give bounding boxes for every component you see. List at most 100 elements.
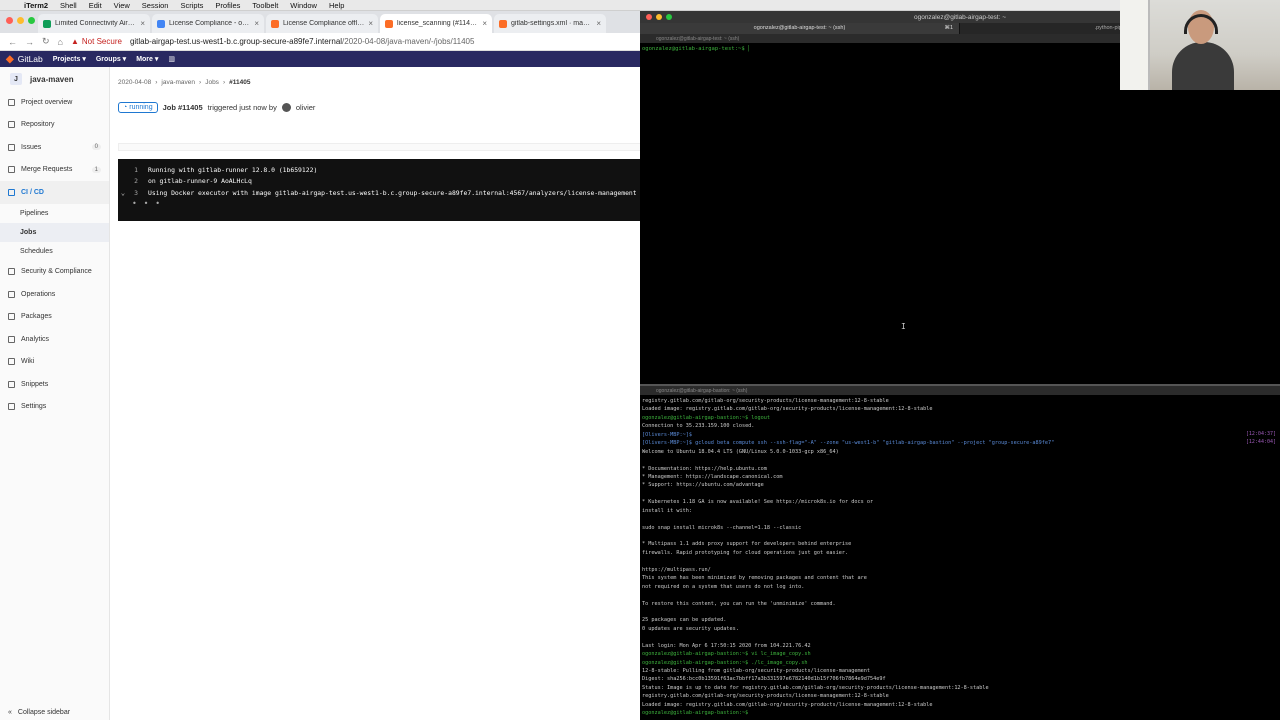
maximize-window-button[interactable] xyxy=(666,14,672,20)
breadcrumb-item-current[interactable]: #11405 xyxy=(229,79,250,86)
terminal-line: Connection to 35.233.159.100 closed. xyxy=(642,423,755,430)
nav-projects[interactable]: Projects ▾ xyxy=(53,55,86,63)
url-field[interactable]: gitlab-airgap-test.us-west1-b.c.group-se… xyxy=(130,37,475,46)
sidebar-item-label: Wiki xyxy=(21,358,35,366)
sidebar-project[interactable]: J java-maven xyxy=(0,67,109,91)
close-tab-icon[interactable]: × xyxy=(482,19,487,28)
browser-tab-active[interactable]: license_scanning (#11405) × xyxy=(380,14,492,33)
close-tab-icon[interactable]: × xyxy=(254,19,259,28)
terminal-timestamp: [12:04:37] xyxy=(1245,430,1276,437)
collapse-sidebar-button[interactable]: « Collapse sidebar xyxy=(8,709,70,716)
log-line-text: on gitlab-runner-9 AoALHcLq xyxy=(148,177,252,186)
nav-groups[interactable]: Groups ▾ xyxy=(96,55,126,63)
browser-tab[interactable]: gitlab-settings.xml · master × xyxy=(494,14,606,33)
gitlab-brand[interactable]: GitLab xyxy=(18,54,43,64)
log-line-number: 2 xyxy=(134,177,138,186)
sidebar-item-operations[interactable]: Operations xyxy=(0,283,109,306)
menu-edit[interactable]: Edit xyxy=(83,1,108,10)
terminal-line: ogonzalez@gitlab-airgap-bastion:~$ ./lc_… xyxy=(642,659,808,666)
close-window-button[interactable] xyxy=(646,14,652,20)
sidebar-item-project-overview[interactable]: Project overview xyxy=(0,91,109,114)
minimize-window-button[interactable] xyxy=(656,14,662,20)
sidebar-subitem-jobs[interactable]: Jobs xyxy=(0,222,109,242)
terminal-line: install it with: xyxy=(642,507,692,514)
browser-tab[interactable]: License Compliance offline ... × xyxy=(266,14,378,33)
minimize-window-button[interactable] xyxy=(17,17,24,24)
tab-favicon-icon xyxy=(271,19,279,28)
status-badge[interactable]: ◔ running xyxy=(118,102,158,113)
sidebar-item-merge-requests[interactable]: Merge Requests 1 xyxy=(0,159,109,182)
avatar[interactable] xyxy=(281,103,291,112)
job-title: Job #11405 xyxy=(162,103,203,112)
sidebar-item-security[interactable]: Security & Compliance xyxy=(0,261,109,284)
close-tab-icon[interactable]: × xyxy=(596,19,601,28)
nav-more[interactable]: More ▾ xyxy=(136,55,158,63)
terminal-pane-bottom[interactable]: registry.gitlab.com/gitlab-org/security-… xyxy=(640,395,1280,720)
terminal-line: This system has been minimized by removi… xyxy=(642,575,867,582)
sidebar-item-issues[interactable]: Issues 0 xyxy=(0,136,109,159)
sidebar-subitem-schedules[interactable]: Schedules xyxy=(0,242,109,261)
gitlab-logo-icon[interactable]: ◆ xyxy=(6,54,14,65)
sidebar-item-label: Settings xyxy=(21,403,47,411)
sidebar-item-analytics[interactable]: Analytics xyxy=(0,328,109,351)
sidebar-item-snippets[interactable]: Snippets xyxy=(0,373,109,396)
close-window-button[interactable] xyxy=(6,17,13,24)
maximize-window-button[interactable] xyxy=(28,17,35,24)
chevron-down-icon[interactable]: ⌄ xyxy=(118,189,128,197)
breadcrumb-item[interactable]: java-maven xyxy=(161,79,195,86)
terminal-line: [Olivers-MBP:~]$ gcloud beta compute ssh… xyxy=(642,440,1055,447)
menu-scripts[interactable]: Scripts xyxy=(174,1,209,10)
activity-chart-icon[interactable]: ▥ xyxy=(168,55,175,63)
terminal-pane-top[interactable]: ogonzalez@gitlab-airgap-test:~$ ▏ I xyxy=(640,43,1280,384)
sidebar-item-label: Security & Compliance xyxy=(21,268,92,276)
browser-tabbar: Limited Connectivity Air-gap... × License… xyxy=(0,11,640,33)
menu-view[interactable]: View xyxy=(108,1,136,10)
webcam-person-body xyxy=(1172,42,1234,90)
log-line-number: 1 xyxy=(134,165,138,174)
tab-title: Limited Connectivity Air-gap... xyxy=(55,20,136,27)
home-icon[interactable]: ⌂ xyxy=(58,37,63,47)
package-icon xyxy=(8,313,15,321)
sidebar-item-ci-cd[interactable]: CI / CD xyxy=(0,181,109,204)
gear-icon xyxy=(8,403,15,411)
reload-icon[interactable]: ↻ xyxy=(42,36,50,47)
menu-toolbelt[interactable]: Toolbelt xyxy=(246,1,284,10)
menu-shell[interactable]: Shell xyxy=(54,1,83,10)
breadcrumb-item[interactable]: Jobs xyxy=(205,79,219,86)
close-tab-icon[interactable]: × xyxy=(140,19,145,28)
sidebar-subitem-pipelines[interactable]: Pipelines xyxy=(0,204,109,223)
running-icon: ◔ xyxy=(123,104,128,111)
gitlab-header: ◆ GitLab Projects ▾ Groups ▾ More ▾ ▥ xyxy=(0,51,640,67)
menu-window[interactable]: Window xyxy=(284,1,323,10)
terminal-tab[interactable]: ogonzalez@gitlab-airgap-test: ~ (ssh) ⌘1 xyxy=(640,23,960,34)
sidebar-item-repository[interactable]: Repository xyxy=(0,114,109,137)
terminal-tab-shortcut: ⌘1 xyxy=(944,25,953,31)
menu-profiles[interactable]: Profiles xyxy=(209,1,246,10)
merge-requests-count: 1 xyxy=(91,166,101,173)
terminal-line: 25 packages can be updated. xyxy=(642,617,727,624)
terminal-line: ogonzalez@gitlab-airgap-bastion:~$ xyxy=(642,710,749,717)
sidebar-item-label: Issues xyxy=(21,143,42,151)
sidebar-item-label: CI / CD xyxy=(21,188,44,196)
browser-tab[interactable]: License Compliance - offline... × xyxy=(152,14,264,33)
back-icon[interactable]: ← xyxy=(8,37,17,47)
log-line: 2 on gitlab-runner-9 AoALHcLq xyxy=(118,176,640,188)
close-tab-icon[interactable]: × xyxy=(368,19,373,28)
menu-session[interactable]: Session xyxy=(136,1,175,10)
tab-title: License Compliance - offline... xyxy=(169,20,250,27)
breadcrumb-item[interactable]: 2020-04-08 xyxy=(118,79,151,86)
collapse-sidebar-label: Collapse sidebar xyxy=(17,709,71,716)
not-secure-indicator[interactable]: ▲ Not Secure xyxy=(71,37,122,46)
terminal-line: registry.gitlab.com/gitlab-org/security-… xyxy=(642,693,889,700)
browser-tab[interactable]: Limited Connectivity Air-gap... × xyxy=(38,14,150,33)
job-user-link[interactable]: olivier xyxy=(296,103,316,112)
forward-icon[interactable]: → xyxy=(25,37,34,47)
url-path: /2020-04-08/java-maven/-/jobs/11405 xyxy=(342,37,475,46)
sidebar-item-wiki[interactable]: Wiki xyxy=(0,351,109,374)
menu-help[interactable]: Help xyxy=(323,1,350,10)
sidebar-item-settings[interactable]: Settings xyxy=(0,396,109,419)
chart-icon xyxy=(8,335,15,343)
sidebar-item-packages[interactable]: Packages xyxy=(0,306,109,329)
menu-app-name[interactable]: iTerm2 xyxy=(18,1,54,10)
